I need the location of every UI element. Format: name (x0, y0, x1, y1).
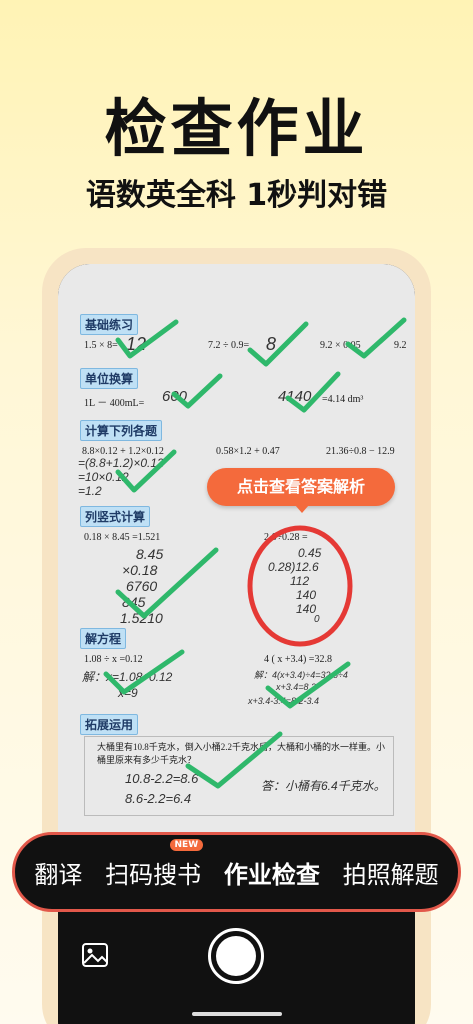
home-indicator (192, 1012, 282, 1016)
mode-translate[interactable]: 翻译 (30, 855, 86, 890)
mode-label: 扫码搜书 (105, 860, 202, 889)
mode-label: 翻译 (34, 860, 83, 889)
subhead: 语数英全科 1秒判对错 (85, 178, 388, 213)
check-mark (115, 449, 177, 493)
mode-homework-check[interactable]: 作业检查 (220, 855, 324, 890)
new-badge: NEW (169, 838, 204, 851)
mode-photo-solve[interactable]: 拍照解题 (339, 855, 443, 890)
mode-scan-book[interactable]: 扫码搜书 NEW (101, 838, 205, 890)
mode-label: 拍照解题 (342, 860, 439, 889)
check-mark (247, 321, 309, 367)
check-mark (103, 649, 185, 695)
answer-analysis-tooltip[interactable]: 点击查看答案解析 (207, 468, 395, 513)
check-mark (265, 661, 351, 709)
shutter-inner (216, 936, 256, 976)
check-mark (171, 373, 223, 409)
mode-selector-bar: 翻译 扫码搜书 NEW 作业检查 拍照解题 (12, 832, 461, 912)
check-mark (345, 317, 407, 359)
error-circle (247, 525, 353, 647)
check-mark (115, 547, 219, 619)
headline: 检查作业 (104, 92, 369, 165)
shutter-button[interactable] (208, 928, 264, 984)
check-mark (285, 371, 341, 413)
check-mark (115, 319, 179, 359)
check-mark (185, 731, 283, 789)
homework-worksheet: 基础练习 单位换算 计算下列各题 列竖式计算 解方程 拓展运用 1.5 × 8=… (58, 264, 415, 834)
grading-overlay (103, 317, 407, 789)
image-icon[interactable] (80, 940, 110, 970)
mode-label: 作业检查 (223, 860, 320, 889)
